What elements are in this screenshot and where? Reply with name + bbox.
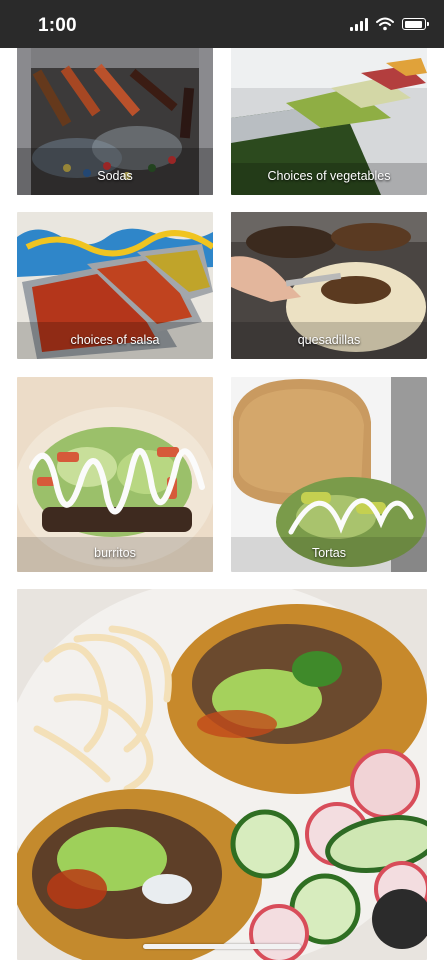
- status-time: 1:00: [38, 15, 77, 36]
- gallery-item-label: Choices of vegetables: [267, 169, 391, 183]
- gallery-item-burritos[interactable]: burritos: [17, 377, 213, 572]
- battery-icon: [402, 18, 429, 30]
- home-indicator[interactable]: [143, 944, 301, 949]
- tortas-photo: [231, 377, 427, 572]
- feature-image-tacos[interactable]: [17, 589, 427, 960]
- gallery-item-tortas[interactable]: Tortas: [231, 377, 427, 572]
- gallery-item-vegetables[interactable]: Choices of vegetables: [231, 48, 427, 195]
- gallery-item-salsa[interactable]: choices of salsa: [17, 212, 213, 359]
- status-icons: [350, 17, 429, 31]
- status-bar: 1:00: [0, 0, 444, 48]
- gallery-item-sodas[interactable]: Sodas: [17, 48, 213, 195]
- gallery-item-label: choices of salsa: [70, 333, 160, 347]
- gallery-item-quesadillas[interactable]: quesadillas: [231, 212, 427, 359]
- gallery-item-label: burritos: [94, 546, 136, 560]
- gallery-item-label: Tortas: [311, 546, 347, 560]
- gallery-item-label: Sodas: [97, 169, 133, 183]
- gallery-item-label: quesadillas: [297, 333, 361, 347]
- wifi-icon: [376, 17, 394, 31]
- tacos-photo: [17, 589, 427, 960]
- signal-icon: [350, 17, 368, 31]
- burritos-photo: [17, 377, 213, 572]
